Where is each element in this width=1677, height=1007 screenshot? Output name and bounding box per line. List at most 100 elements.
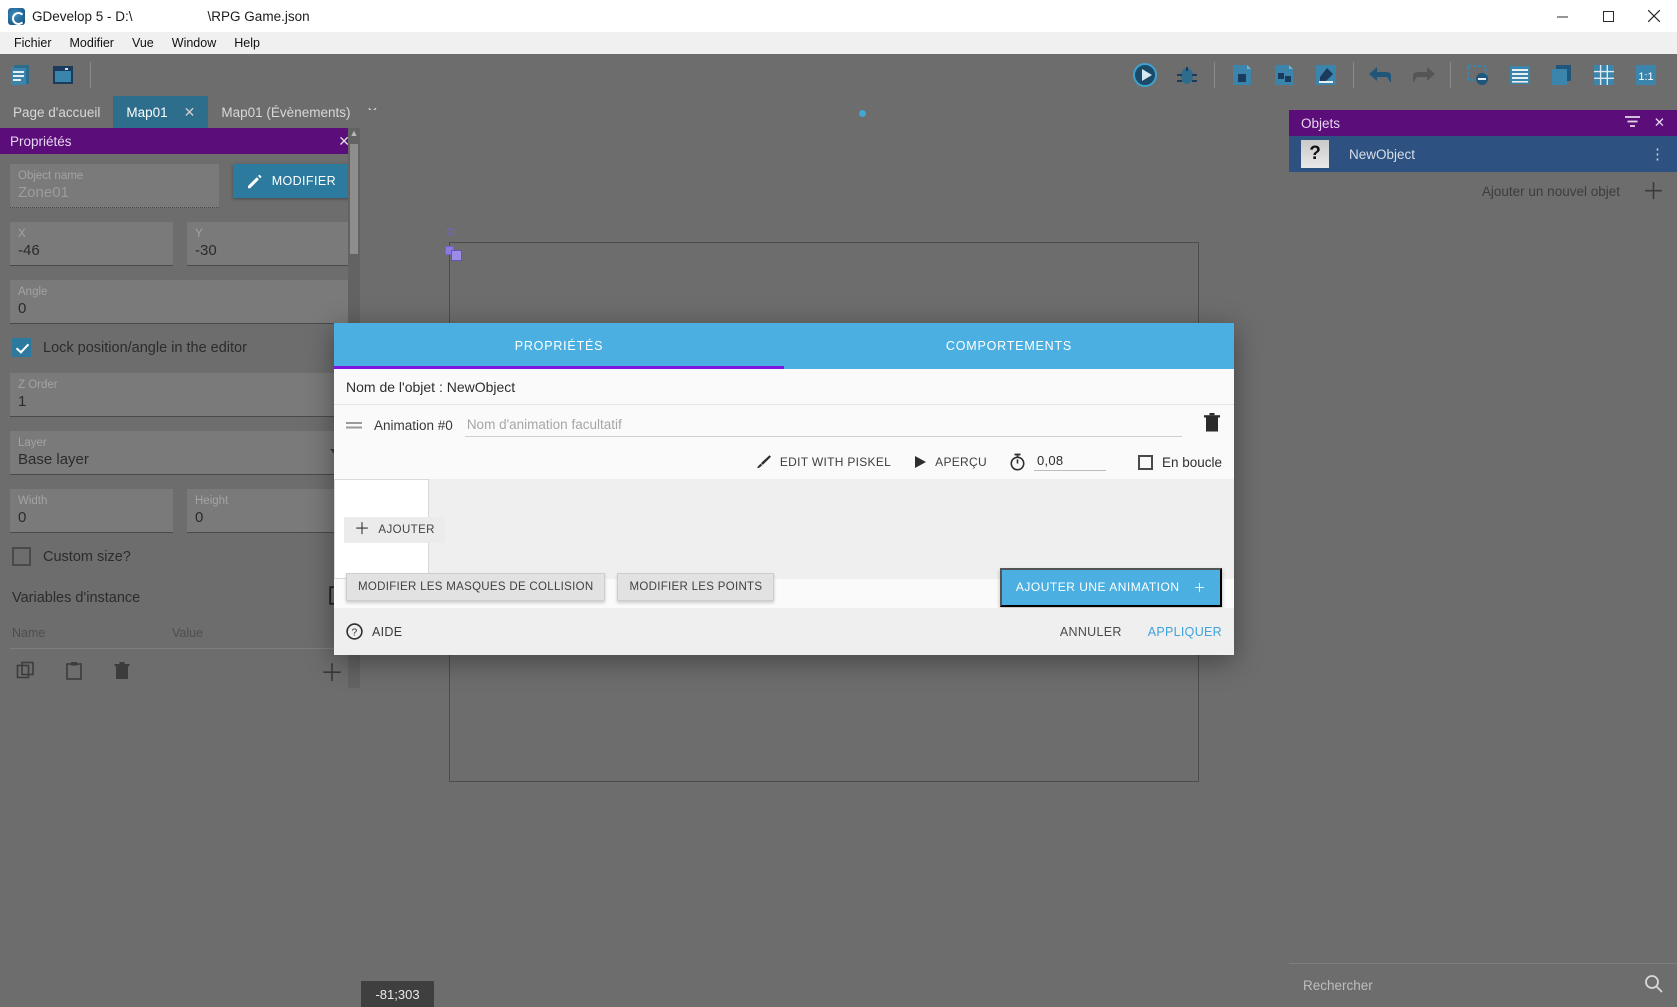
rotate-handle-icon[interactable] xyxy=(447,228,454,235)
animation-name-input[interactable] xyxy=(464,413,1182,437)
maximize-button[interactable] xyxy=(1585,0,1631,32)
drag-handle-icon[interactable] xyxy=(346,418,362,433)
search-input[interactable] xyxy=(1303,978,1644,993)
minimize-button[interactable] xyxy=(1539,0,1585,32)
add-variable-icon[interactable]: ＋ xyxy=(320,661,344,686)
scroll-up-arrow[interactable]: ▲ xyxy=(348,128,360,138)
active-tab-indicator xyxy=(334,366,784,369)
filter-icon[interactable] xyxy=(1624,115,1640,131)
object-list-item-newobject[interactable]: ? NewObject ⋮ xyxy=(1289,136,1677,172)
modify-object-button[interactable]: MODIFIER xyxy=(232,164,350,198)
angle-value: 0 xyxy=(18,300,27,317)
layers-icon[interactable] xyxy=(1546,59,1578,91)
instance-variables-header: Variables d'instance xyxy=(10,582,350,620)
toolbar-divider xyxy=(90,62,91,88)
custom-size-row[interactable]: Custom size? xyxy=(12,547,350,566)
edit-with-piskel-label: EDIT WITH PISKEL xyxy=(779,455,892,469)
tab-page-daccueil[interactable]: Page d'accueil xyxy=(0,96,113,128)
toolbar-right-group: 1:1 xyxy=(1124,59,1677,91)
preview-animation-button[interactable]: APERÇU xyxy=(913,455,987,469)
y-label: Y xyxy=(195,228,203,240)
list-view-icon[interactable] xyxy=(1504,59,1536,91)
trash-icon[interactable] xyxy=(112,661,132,686)
close-icon[interactable]: ✕ xyxy=(1654,115,1665,131)
dialog-footer: ? AIDE ANNULER APPLIQUER xyxy=(334,608,1234,655)
objects-search-bar[interactable] xyxy=(1289,963,1677,1007)
tab-close-icon[interactable]: ✕ xyxy=(184,105,196,119)
custom-size-checkbox[interactable] xyxy=(12,547,31,566)
x-label: X xyxy=(18,228,26,240)
x-field[interactable]: X -46 xyxy=(10,222,173,266)
menu-help[interactable]: Help xyxy=(225,33,269,53)
angle-field[interactable]: Angle 0 xyxy=(10,280,350,324)
menu-fichier[interactable]: Fichier xyxy=(5,33,61,53)
add-animation-button[interactable]: AJOUTER UNE ANIMATION ＋ xyxy=(999,567,1222,607)
add-new-object-row[interactable]: Ajouter un nouvel objet ＋ xyxy=(1289,172,1677,210)
tab-proprietes[interactable]: PROPRIÉTÉS xyxy=(334,323,784,369)
y-field[interactable]: Y -30 xyxy=(187,222,350,266)
menu-vue[interactable]: Vue xyxy=(123,33,163,53)
scene-editor-icon[interactable] xyxy=(47,59,79,91)
redo-icon[interactable] xyxy=(1407,59,1439,91)
cancel-button[interactable]: ANNULER xyxy=(1060,625,1122,639)
window-title: GDevelop 5 - D:\ \RPG Game.json xyxy=(32,8,310,24)
height-value: 0 xyxy=(195,509,204,526)
width-field[interactable]: Width 0 xyxy=(10,489,173,533)
tab-comportements[interactable]: COMPORTEMENTS xyxy=(784,323,1234,369)
gdevelop-logo-icon xyxy=(8,7,25,25)
open-editor-icon[interactable] xyxy=(1310,59,1342,91)
trash-icon[interactable] xyxy=(1202,412,1222,438)
edit-with-piskel-button[interactable]: EDIT WITH PISKEL xyxy=(756,454,891,470)
loop-checkbox-group[interactable]: En boucle xyxy=(1137,454,1222,470)
frame-duration-group[interactable]: 0,08 xyxy=(1009,453,1106,471)
height-label: Height xyxy=(195,495,229,507)
loop-checkbox[interactable] xyxy=(1137,454,1153,470)
objects-panel: Objets ✕ ? NewObject ⋮ Ajouter un nouvel… xyxy=(1289,110,1677,1007)
svg-text:?: ? xyxy=(352,627,358,638)
frame-duration-value[interactable]: 0,08 xyxy=(1033,453,1106,471)
lock-position-row[interactable]: Lock position/angle in the editor xyxy=(12,338,350,357)
paste-icon[interactable] xyxy=(64,661,84,686)
new-external-layout-icon[interactable] xyxy=(1268,59,1300,91)
undo-icon[interactable] xyxy=(1365,59,1397,91)
canvas-top-handle[interactable] xyxy=(859,110,866,117)
layer-select[interactable]: Layer Base layer xyxy=(10,431,350,475)
menu-window[interactable]: Window xyxy=(163,33,225,53)
question-mark-icon: ? xyxy=(1301,140,1329,168)
add-frame-button[interactable]: ＋ AJOUTER xyxy=(344,517,445,543)
preview-animation-label: APERÇU xyxy=(935,455,987,469)
search-icon[interactable] xyxy=(1644,974,1663,998)
edit-points-button[interactable]: MODIFIER LES POINTS xyxy=(617,573,775,601)
plus-icon[interactable]: ＋ xyxy=(1642,179,1665,203)
object-name-field[interactable]: Object name Zone01 xyxy=(10,164,219,208)
scroll-thumb[interactable] xyxy=(350,144,358,254)
copy-icon[interactable] xyxy=(16,661,36,686)
delete-selection-icon[interactable] xyxy=(1462,59,1494,91)
dialog-object-name: Nom de l'objet : NewObject xyxy=(334,369,1234,405)
frames-area: ＋ AJOUTER xyxy=(334,479,1234,579)
z-order-field[interactable]: Z Order 1 xyxy=(10,373,350,417)
new-scene-icon[interactable] xyxy=(1226,59,1258,91)
help-circle-icon: ? xyxy=(346,623,363,640)
toolbar-divider-4 xyxy=(1450,62,1451,88)
dialog-footer-right: ANNULER APPLIQUER xyxy=(1060,625,1222,639)
tab-map01[interactable]: Map01 ✕ xyxy=(113,96,209,128)
lock-position-checkbox[interactable] xyxy=(12,338,31,357)
edit-collision-masks-button[interactable]: MODIFIER LES MASQUES DE COLLISION xyxy=(346,573,606,601)
apply-button[interactable]: APPLIQUER xyxy=(1148,625,1222,639)
custom-size-label: Custom size? xyxy=(43,548,131,565)
resize-handle-inner[interactable] xyxy=(451,250,462,261)
more-vert-icon[interactable]: ⋮ xyxy=(1650,147,1665,162)
grid-icon[interactable] xyxy=(1588,59,1620,91)
zoom-reset-icon[interactable]: 1:1 xyxy=(1630,59,1662,91)
object-name-label: NewObject xyxy=(1349,146,1416,162)
height-field[interactable]: Height 0 xyxy=(187,489,350,533)
help-button[interactable]: ? AIDE xyxy=(346,623,402,640)
close-button[interactable] xyxy=(1631,0,1677,32)
menu-modifier[interactable]: Modifier xyxy=(61,33,123,53)
objects-panel-title: Objets xyxy=(1301,115,1341,131)
project-manager-icon[interactable] xyxy=(5,59,37,91)
debug-bug-icon[interactable] xyxy=(1171,59,1203,91)
preview-play-icon[interactable] xyxy=(1129,59,1161,91)
add-animation-label: AJOUTER UNE ANIMATION xyxy=(1015,580,1180,594)
